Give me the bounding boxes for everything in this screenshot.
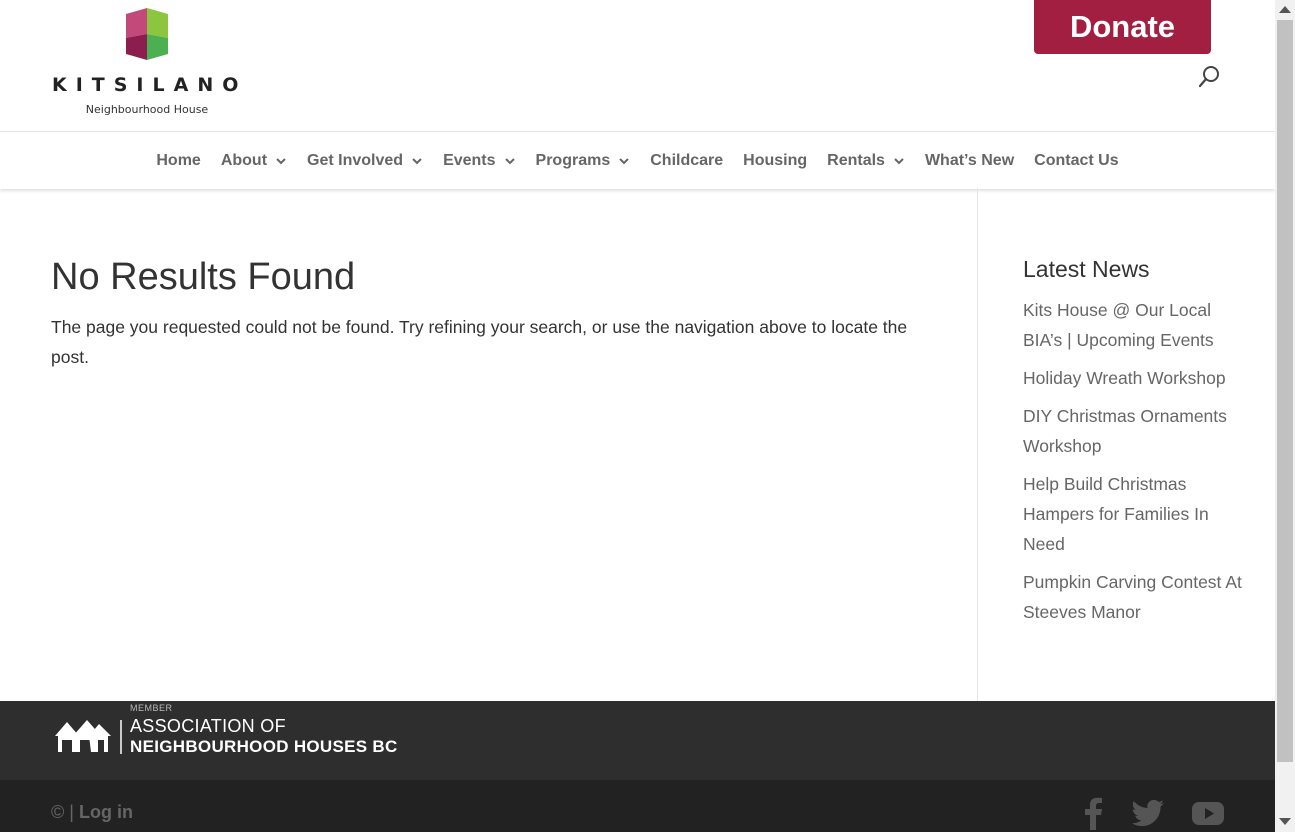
copyright-symbol: © |: [51, 802, 74, 822]
nav-item-about[interactable]: About: [221, 152, 287, 170]
nav-item-label: Rentals: [827, 151, 885, 169]
nav-item-label: Home: [156, 151, 201, 169]
anh-line-2: NEIGHBOURHOOD HOUSES BC: [130, 737, 398, 756]
nav-list: Home About Get Involved Events Programs Child…: [0, 132, 1275, 189]
logo-name: KITSILANO: [52, 74, 248, 96]
search-icon[interactable]: [1198, 64, 1222, 88]
latest-news-list: Kits House @ Our Local BIA’s | Upcoming …: [1023, 295, 1248, 635]
nav-item-home[interactable]: Home: [156, 152, 200, 170]
page-title: No Results Found: [51, 256, 356, 298]
site-logo[interactable]: KITSILANO Neighbourhood House: [52, 6, 242, 121]
facebook-icon[interactable]: [1077, 796, 1111, 830]
news-item[interactable]: Help Build Christmas Hampers for Familie…: [1023, 469, 1248, 559]
chevron-down-icon[interactable]: [504, 155, 516, 167]
login-link[interactable]: Log in: [79, 802, 133, 822]
nav-item-programs[interactable]: Programs: [536, 152, 631, 170]
scroll-up-arrow-icon[interactable]: [1279, 6, 1291, 13]
youtube-icon[interactable]: [1191, 796, 1225, 830]
nav-item-label: Childcare: [650, 151, 724, 169]
copyright: © | Log in: [51, 802, 133, 823]
news-item[interactable]: DIY Christmas Ornaments Workshop: [1023, 401, 1248, 461]
nav-item-housing[interactable]: Housing: [743, 152, 807, 170]
news-item[interactable]: Pumpkin Carving Contest At Steeves Manor: [1023, 567, 1248, 627]
chevron-down-icon[interactable]: [893, 155, 905, 167]
chevron-down-icon[interactable]: [275, 155, 287, 167]
nav-item-label: About: [220, 151, 268, 169]
logo-mark-icon: [126, 8, 168, 60]
twitter-icon[interactable]: [1131, 796, 1165, 830]
news-item[interactable]: Holiday Wreath Workshop: [1023, 363, 1248, 393]
nav-item-rentals[interactable]: Rentals: [827, 152, 905, 170]
scroll-down-arrow-icon[interactable]: [1279, 818, 1291, 825]
sidebar-divider: [977, 188, 978, 701]
logo-subtitle: Neighbourhood House: [85, 103, 209, 116]
scrollbar-thumb[interactable]: [1277, 20, 1293, 762]
not-found-message: The page you requested could not be foun…: [51, 317, 908, 367]
nav-item-events[interactable]: Events: [443, 152, 515, 170]
nav-item-label: Get Involved: [307, 151, 404, 169]
site-header: KITSILANO Neighbourhood House Donate: [0, 0, 1275, 131]
nav-item-contact-us[interactable]: Contact Us: [1034, 152, 1118, 170]
nav-item-label: Housing: [743, 151, 808, 169]
latest-news-heading: Latest News: [1023, 256, 1150, 282]
news-item[interactable]: Kits House @ Our Local BIA’s | Upcoming …: [1023, 295, 1248, 355]
chevron-down-icon[interactable]: [411, 155, 423, 167]
anh-line-1: ASSOCIATION OF: [130, 716, 286, 736]
nav-item-label: Events: [443, 151, 496, 169]
nav-item-what-s-new[interactable]: What’s New: [925, 152, 1014, 170]
nav-item-label: Contact Us: [1034, 151, 1119, 169]
donate-button[interactable]: Donate: [1034, 0, 1211, 54]
nav-item-label: Programs: [535, 151, 611, 169]
chevron-down-icon[interactable]: [618, 155, 630, 167]
nav-item-get-involved[interactable]: Get Involved: [307, 152, 423, 170]
nav-item-label: What’s New: [924, 151, 1015, 169]
anh-member-label: MEMBER: [130, 703, 173, 713]
nav-item-childcare[interactable]: Childcare: [650, 152, 723, 170]
main-nav: Home About Get Involved Events Programs Child…: [0, 131, 1275, 189]
